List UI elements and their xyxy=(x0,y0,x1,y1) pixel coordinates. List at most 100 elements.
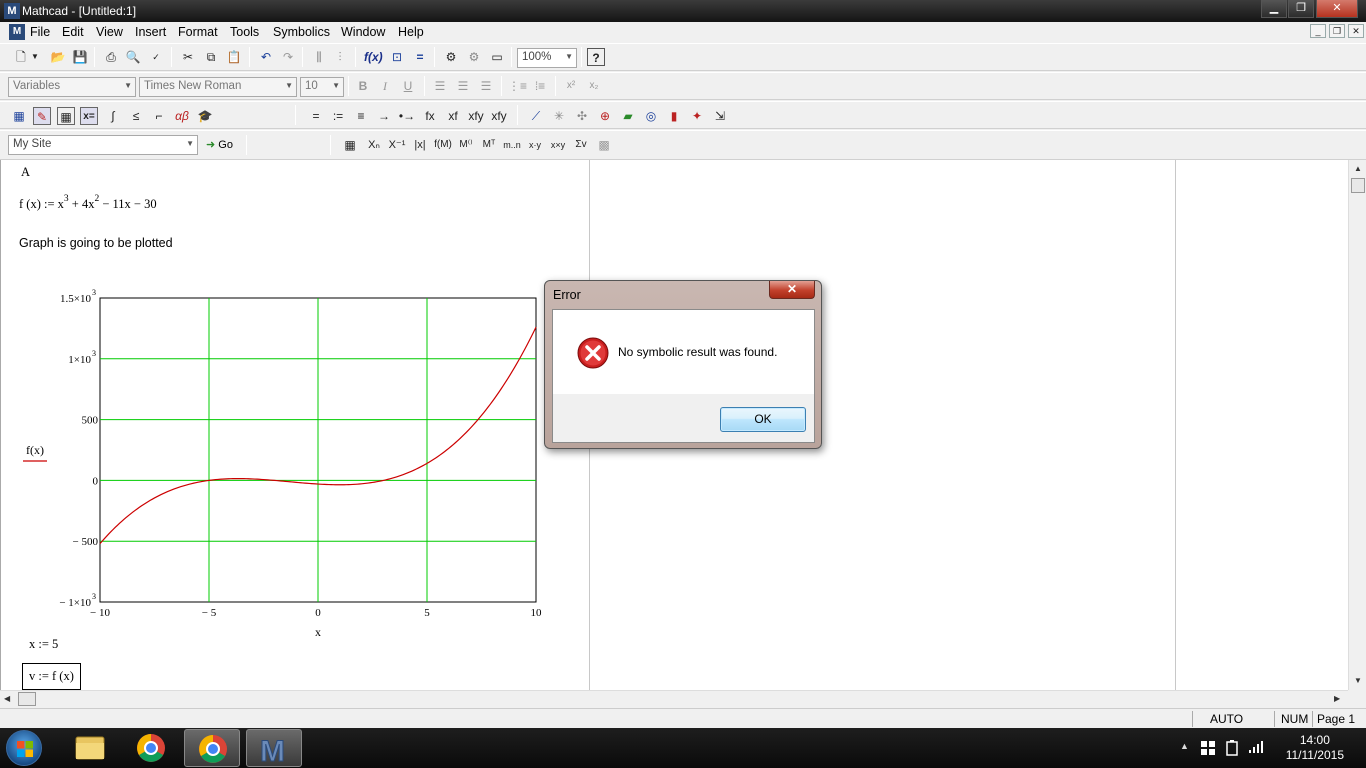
programming-toolbar-icon[interactable]: ⌐ xyxy=(150,107,168,125)
maximize-button[interactable]: ❐ xyxy=(1288,0,1314,18)
print-icon[interactable]: ⎙ xyxy=(102,48,120,66)
undo-icon[interactable]: ↶ xyxy=(257,48,275,66)
scatter-plot-icon[interactable]: ◎ xyxy=(642,107,660,125)
site-select[interactable]: My Site ▼ xyxy=(8,135,198,155)
assign-x[interactable]: x := 5 xyxy=(29,637,58,652)
vertical-scroll-thumb[interactable] xyxy=(1351,178,1365,193)
close-button[interactable]: ✕ xyxy=(1316,0,1358,18)
align-across-icon[interactable]: ⫼ xyxy=(310,48,328,66)
resource-center-icon[interactable]: ⚙ xyxy=(465,48,483,66)
global-definition-icon[interactable]: ≡ xyxy=(352,107,370,125)
evaluation-toolbar-icon[interactable]: x= xyxy=(80,107,98,125)
align-right-icon[interactable]: ☰ xyxy=(477,77,495,95)
insert-component-icon[interactable]: ⚙ xyxy=(442,48,460,66)
menu-insert[interactable]: Insert xyxy=(135,25,166,39)
dot-product-icon[interactable]: x·y xyxy=(526,136,544,154)
open-icon[interactable]: 📂 xyxy=(49,48,67,66)
cross-product-icon[interactable]: x×y xyxy=(549,136,567,154)
insert-function-icon[interactable]: f(x) xyxy=(364,48,383,66)
text-region[interactable]: Graph is going to be plotted xyxy=(19,236,173,250)
inverse-icon[interactable]: X⁻¹ xyxy=(388,136,406,154)
zoom-select[interactable]: 100% ▼ xyxy=(517,48,577,68)
label-a[interactable]: A xyxy=(21,165,30,180)
keyword-eval-icon[interactable]: •→ xyxy=(398,107,416,125)
italic-button[interactable]: I xyxy=(376,77,394,95)
help-icon[interactable]: ? xyxy=(587,48,605,66)
calculate-icon[interactable]: = xyxy=(411,48,429,66)
font-select[interactable]: Times New Roman ▼ xyxy=(139,77,297,97)
action-center-icon[interactable] xyxy=(1200,740,1216,756)
battery-icon[interactable] xyxy=(1224,739,1240,757)
doc-minimize-button[interactable]: _ xyxy=(1310,24,1326,38)
xy-plot-icon[interactable]: ⟋ xyxy=(527,107,545,125)
menu-file[interactable]: File xyxy=(30,25,50,39)
start-button[interactable] xyxy=(6,730,42,766)
insert-unit-icon[interactable]: ⊡ xyxy=(388,48,406,66)
menu-tools[interactable]: Tools xyxy=(230,25,259,39)
matrix-toolbar-icon[interactable]: ▦ xyxy=(57,107,75,125)
subscript-icon[interactable]: x₂ xyxy=(585,77,603,95)
font-size-select[interactable]: 10 ▼ xyxy=(300,77,344,97)
align-down-icon[interactable]: ⫶ xyxy=(331,48,349,66)
spell-check-icon[interactable]: ✓ xyxy=(147,48,165,66)
picture-icon[interactable]: ▩ xyxy=(595,136,613,154)
vector-sum-icon[interactable]: Σv xyxy=(572,136,590,154)
bold-button[interactable]: B xyxy=(354,77,372,95)
doc-close-button[interactable]: ✕ xyxy=(1348,24,1364,38)
determinant-icon[interactable]: |x| xyxy=(411,136,429,154)
taskbar-chrome[interactable] xyxy=(123,729,179,767)
assign-v[interactable]: v := f (x) xyxy=(22,663,81,690)
document-icon[interactable]: M xyxy=(9,24,25,40)
network-icon[interactable] xyxy=(1248,740,1264,754)
plot-wizard-icon[interactable]: ✦ xyxy=(688,107,706,125)
transpose-icon[interactable]: Mᵀ xyxy=(480,136,498,154)
prefix-operator-icon[interactable]: fx xyxy=(421,107,439,125)
doc-restore-button[interactable]: ❐ xyxy=(1329,24,1345,38)
xy-plot[interactable]: − 10− 5 0 5 101.5×1031×1035000− 500− 1×103x… xyxy=(1,280,561,650)
symbolic-eval-icon[interactable]: → xyxy=(375,107,393,125)
minimize-button[interactable]: ▁ xyxy=(1261,0,1287,18)
infix-operator-icon[interactable]: xfy xyxy=(467,107,485,125)
treefix-operator-icon[interactable]: xfy xyxy=(490,107,508,125)
mathcad-app-icon[interactable]: M xyxy=(4,3,20,19)
scroll-up-icon[interactable]: ▲ xyxy=(1354,164,1362,173)
boolean-toolbar-icon[interactable]: ≤ xyxy=(127,107,145,125)
cut-icon[interactable]: ✂ xyxy=(179,48,197,66)
surface-plot-icon[interactable]: ✣ xyxy=(573,107,591,125)
new-icon[interactable]: 🗋 xyxy=(12,48,30,66)
copy-icon[interactable]: ⧉ xyxy=(202,48,220,66)
clock[interactable]: 14:00 11/11/2015 xyxy=(1286,733,1344,763)
matrix-insert-icon[interactable]: ▦ xyxy=(341,136,359,154)
definition-icon[interactable]: := xyxy=(329,107,347,125)
taskbar-chrome-2[interactable] xyxy=(184,729,240,767)
contour-plot-icon[interactable]: ⊕ xyxy=(596,107,614,125)
ok-button[interactable]: OK xyxy=(720,407,806,432)
new-dropdown-icon[interactable]: ▼ xyxy=(30,48,40,66)
print-preview-icon[interactable]: 🔍 xyxy=(124,48,142,66)
superscript-icon[interactable]: x² xyxy=(562,77,580,95)
trace-icon[interactable]: ⇲ xyxy=(711,107,729,125)
calculus-toolbar-icon[interactable]: ∫ xyxy=(104,107,122,125)
numbering-icon[interactable]: ⁞≡ xyxy=(531,77,549,95)
menu-symbolics[interactable]: Symbolics xyxy=(273,25,330,39)
scroll-right-icon[interactable]: ▶ xyxy=(1334,694,1340,703)
align-center-icon[interactable]: ☰ xyxy=(454,77,472,95)
postfix-operator-icon[interactable]: xf xyxy=(444,107,462,125)
range-icon[interactable]: m..n xyxy=(503,136,521,154)
menu-view[interactable]: View xyxy=(96,25,123,39)
dialog-close-button[interactable]: ✕ xyxy=(769,281,815,299)
polar-plot-icon[interactable]: ✳ xyxy=(550,107,568,125)
column-icon[interactable]: M⁽⁾ xyxy=(457,136,475,154)
vertical-scrollbar[interactable]: ▲ ▼ xyxy=(1348,160,1366,690)
go-button[interactable]: ➜ Go xyxy=(206,138,233,151)
eval-equal-icon[interactable]: = xyxy=(307,107,325,125)
style-select[interactable]: Variables ▼ xyxy=(8,77,136,97)
underline-button[interactable]: U xyxy=(399,77,417,95)
subscript-index-icon[interactable]: Xₙ xyxy=(365,136,383,154)
scroll-left-icon[interactable]: ◀ xyxy=(4,694,10,703)
taskbar-explorer[interactable] xyxy=(62,729,118,767)
tray-expand-icon[interactable]: ▲ xyxy=(1180,741,1189,751)
horizontal-scrollbar[interactable]: ◀ ▶ xyxy=(0,690,1348,707)
symbolic-toolbar-icon[interactable]: 🎓 xyxy=(196,107,214,125)
menu-edit[interactable]: Edit xyxy=(62,25,84,39)
